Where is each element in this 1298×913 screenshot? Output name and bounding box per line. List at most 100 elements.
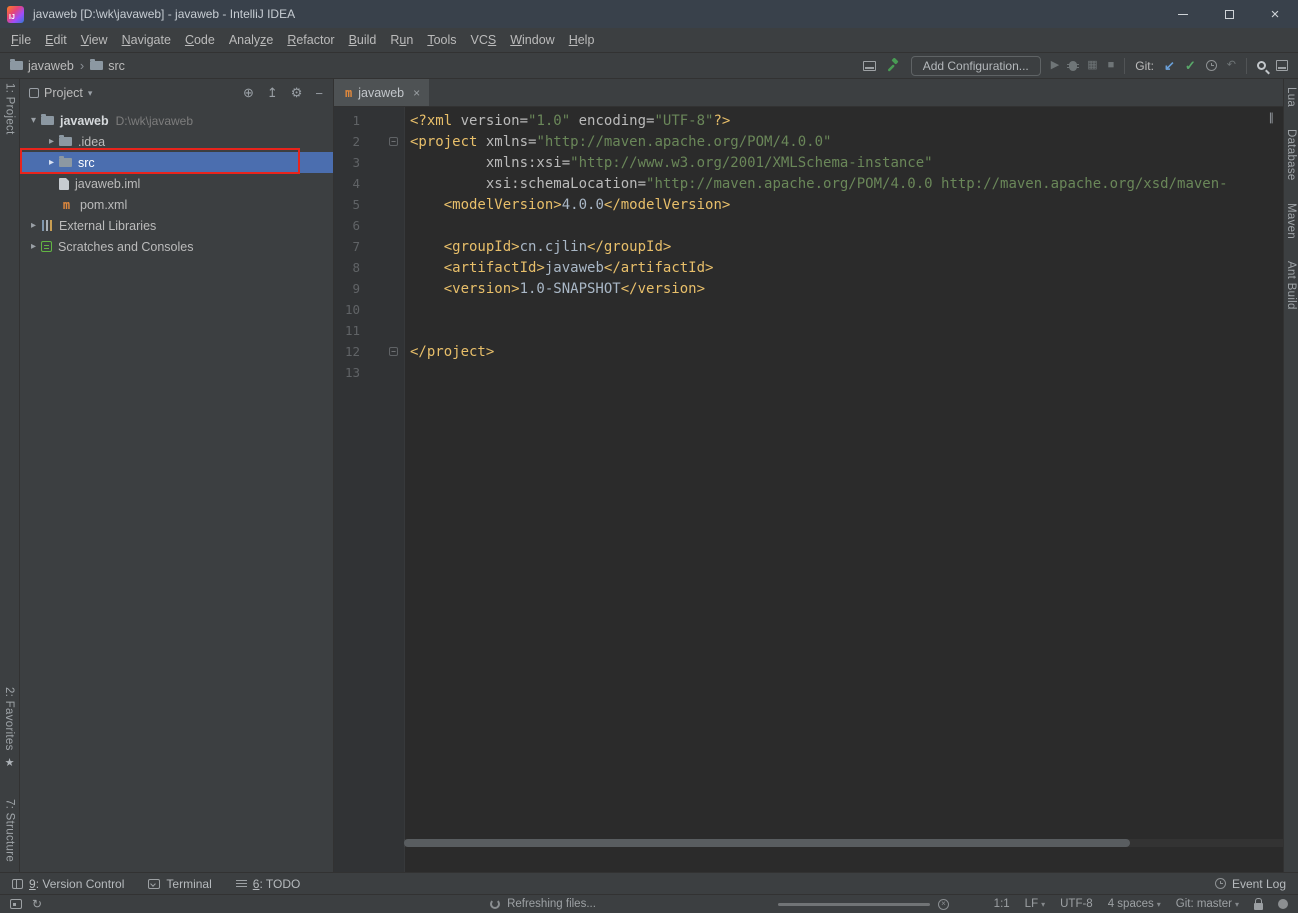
menu-build[interactable]: Build [342, 28, 384, 52]
chevron-right-icon[interactable]: ▸ [44, 157, 59, 168]
tool-button-favorites[interactable]: 2: Favorites★ [3, 687, 16, 769]
code-line-9[interactable]: 9 <version>1.0-SNAPSHOT</version> [334, 278, 1283, 299]
menu-tools[interactable]: Tools [420, 28, 463, 52]
tab-javaweb[interactable]: m javaweb × [334, 79, 430, 106]
code-line-7[interactable]: 7 <groupId>cn.cjlin</groupId> [334, 236, 1283, 257]
statusbar-tools: ↻ [10, 898, 42, 910]
line-separator[interactable]: LF ▾ [1025, 898, 1045, 910]
tool-button-maven[interactable]: Maven [1285, 203, 1297, 239]
tool-button-9-version-control[interactable]: 9: Version Control [12, 877, 124, 891]
menu-vcs[interactable]: VCS [464, 28, 504, 52]
code-line-13[interactable]: 13 [334, 362, 1283, 383]
git-commit-icon[interactable]: ✓ [1185, 59, 1196, 72]
settings-icon[interactable]: ⚙ [291, 85, 303, 101]
tool-windows-icon[interactable] [1276, 60, 1288, 71]
menu-navigate[interactable]: Navigate [115, 28, 178, 52]
maximize-button[interactable] [1206, 0, 1252, 28]
editor-widget-icon[interactable]: ∥ [1269, 111, 1275, 124]
line-number: 7 [352, 239, 360, 254]
breadcrumb-javaweb[interactable]: javaweb [10, 59, 74, 73]
caret-position[interactable]: 1:1 [994, 898, 1010, 910]
menu-run[interactable]: Run [383, 28, 420, 52]
close-tab-icon[interactable]: × [413, 86, 420, 100]
gutter: 9 [334, 281, 404, 296]
project-tool-window: Project ▾ ⊕ ↥ ⚙ − ▾ javaweb D:\wk\javaweb ▸… [20, 79, 334, 872]
menu-view[interactable]: View [74, 28, 115, 52]
editor-tab-bar: m javaweb × [334, 79, 1283, 107]
tree-item-pom-xml[interactable]: m pom.xml [20, 194, 333, 215]
tool-button-structure[interactable]: 7: Structure [4, 799, 16, 862]
menu-refactor[interactable]: Refactor [280, 28, 341, 52]
tool-button-6-todo[interactable]: 6: TODO [235, 877, 300, 891]
code-line-2[interactable]: 2− <project xmlns="http://maven.apache.or… [334, 131, 1283, 152]
code-line-12[interactable]: 12 − </project> [334, 341, 1283, 362]
chevron-right-icon[interactable]: ▸ [26, 220, 41, 231]
tool-button-project[interactable]: 1: Project [4, 83, 16, 135]
tree-item-javaweb-iml[interactable]: javaweb.iml [20, 173, 333, 194]
code-line-3[interactable]: 3 xmlns:xsi="http://www.w3.org/2001/XMLS… [334, 152, 1283, 173]
indent-style[interactable]: 4 spaces ▾ [1108, 898, 1161, 910]
menu-file[interactable]: File [4, 28, 38, 52]
menu-help[interactable]: Help [562, 28, 602, 52]
line-number: 3 [352, 155, 360, 170]
code-line-5[interactable]: 5 <modelVersion>4.0.0</modelVersion> [334, 194, 1283, 215]
tool-button-database[interactable]: Database [1285, 129, 1297, 181]
code-line-10[interactable]: 10 [334, 299, 1283, 320]
lock-icon[interactable] [1254, 897, 1263, 910]
notifications-icon[interactable] [1278, 899, 1288, 909]
menu-edit[interactable]: Edit [38, 28, 74, 52]
horizontal-scrollbar[interactable] [404, 839, 1283, 847]
breadcrumb: javaweb › src [10, 58, 125, 73]
cancel-progress-icon[interactable]: × [937, 898, 949, 910]
git-history-icon[interactable] [1205, 60, 1217, 71]
menu-code[interactable]: Code [178, 28, 222, 52]
build-project-icon[interactable] [886, 58, 901, 73]
tree-item-idea[interactable]: ▸ .idea [20, 131, 333, 152]
stop-icon: ■ [1107, 59, 1115, 71]
code-line-6[interactable]: 6 [334, 215, 1283, 236]
git-branch[interactable]: Git: master ▾ [1176, 898, 1239, 910]
maximize-icon [1224, 9, 1234, 19]
project-view-selector[interactable]: Project ▾ [29, 86, 92, 100]
code-line-1[interactable]: 1 <?xml version="1.0" encoding="UTF-8"?> [334, 110, 1283, 131]
terminal-icon [148, 878, 161, 889]
file-encoding[interactable]: UTF-8 [1060, 898, 1093, 910]
tool-button-lua[interactable]: Lua [1285, 87, 1297, 107]
tree-item-scratches-and-consoles[interactable]: ▸ Scratches and Consoles [20, 236, 333, 257]
close-button[interactable]: × [1252, 0, 1298, 28]
gutter: 7 [334, 239, 404, 254]
hide-panel-icon[interactable]: − [315, 86, 323, 101]
minimize-button[interactable] [1160, 0, 1206, 28]
add-configuration-button[interactable]: Add Configuration... [910, 55, 1041, 76]
menu-analyze[interactable]: Analyze [222, 28, 280, 52]
line-number: 13 [344, 365, 360, 380]
menu-window[interactable]: Window [503, 28, 561, 52]
fold-marker-icon[interactable]: − [389, 137, 398, 146]
git-update-icon[interactable]: ↙ [1164, 59, 1175, 72]
tree-item-javaweb[interactable]: ▾ javaweb D:\wk\javaweb [20, 110, 333, 131]
code-line-11[interactable]: 11 [334, 320, 1283, 341]
code-line-4[interactable]: 4 xsi:schemaLocation="http://maven.apach… [334, 173, 1283, 194]
window-title: javaweb [D:\wk\javaweb] - javaweb - Inte… [33, 7, 296, 21]
tool-button-terminal[interactable]: Terminal [148, 877, 212, 891]
tool-window-switcher-icon[interactable] [10, 899, 22, 909]
chevron-down-icon[interactable]: ▾ [26, 115, 41, 126]
tool-button-ant-build[interactable]: Ant Build [1285, 261, 1297, 310]
background-tasks-icon[interactable]: ↻ [32, 898, 42, 910]
chevron-right-icon[interactable]: ▸ [44, 136, 59, 147]
tree-item-src[interactable]: ▸ src [20, 152, 333, 173]
collapse-all-icon[interactable]: ↥ [267, 85, 278, 101]
tool-button-event-log[interactable]: Event Log [1214, 877, 1286, 891]
search-everywhere-icon[interactable] [1257, 61, 1266, 70]
locate-file-icon[interactable]: ⊕ [243, 85, 254, 101]
breadcrumb-label: src [108, 58, 125, 73]
breadcrumb-src[interactable]: src [90, 59, 125, 73]
navigation-bar: javaweb › src Add Configuration... ▶ ▦ ■ G… [0, 53, 1298, 79]
code-line-8[interactable]: 8 <artifactId>javaweb</artifactId> [334, 257, 1283, 278]
code-editor[interactable]: 1 <?xml version="1.0" encoding="UTF-8"?> 2… [334, 107, 1283, 872]
chevron-right-icon[interactable]: ▸ [26, 241, 41, 252]
layout-icon[interactable] [862, 60, 876, 71]
scrollbar-thumb[interactable] [404, 839, 1130, 847]
tree-item-external-libraries[interactable]: ▸ External Libraries [20, 215, 333, 236]
fold-marker-icon[interactable]: − [389, 347, 398, 356]
